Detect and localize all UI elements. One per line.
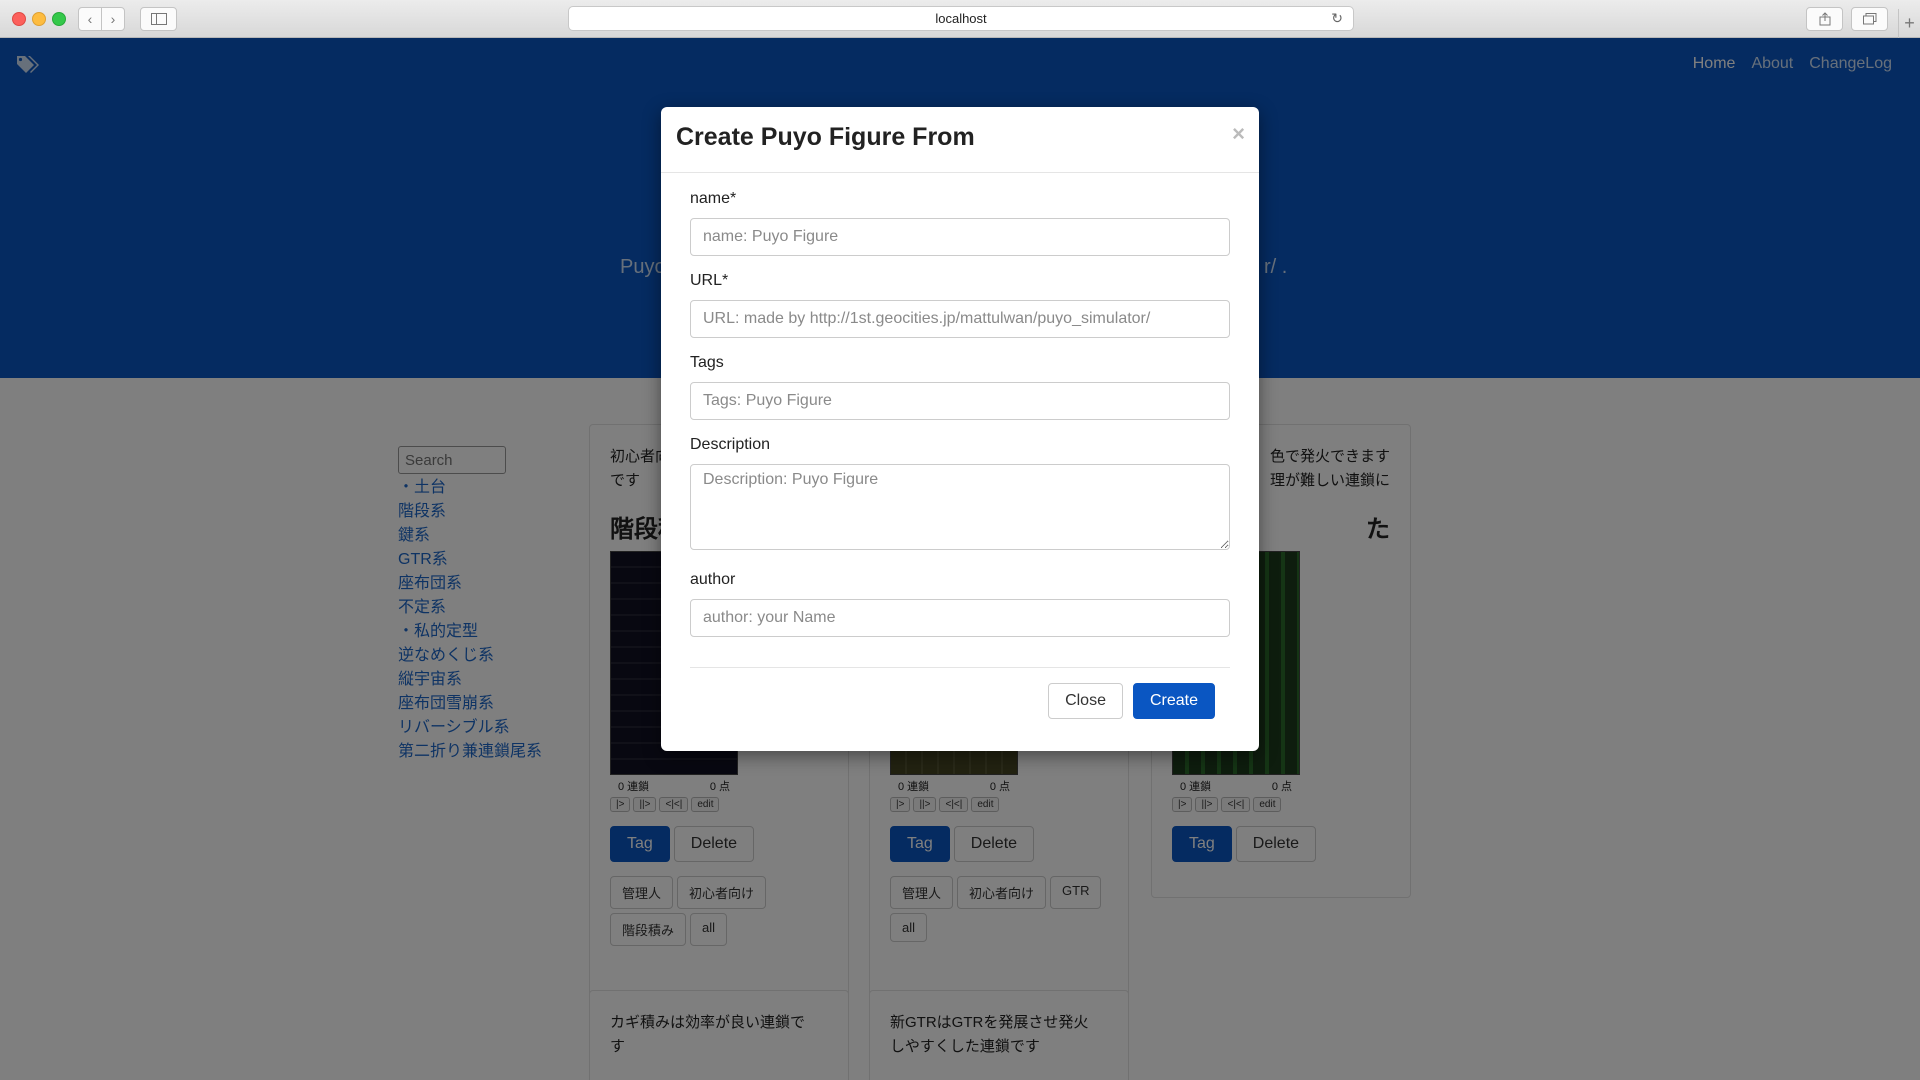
tags-field-group: Tags [690,354,1230,420]
sidebar-toggle-button[interactable] [140,7,177,31]
sidebar-icon [150,13,167,25]
close-icon[interactable]: × [1232,121,1245,147]
modal-footer: Close Create [690,667,1230,719]
name-input[interactable] [690,218,1230,256]
tags-label: Tags [690,354,724,371]
reload-icon[interactable]: ↻ [1331,10,1343,27]
chevron-left-icon: ‹ [87,11,93,27]
name-label: name* [690,190,737,207]
address-text: localhost [935,11,987,26]
description-textarea[interactable] [690,464,1230,550]
url-field-group: URL* [690,272,1230,338]
modal-title: Create Puyo Figure From [676,123,975,151]
description-field-group: Description [690,436,1230,555]
create-figure-modal: Create Puyo Figure From × name* URL* Tag… [661,107,1259,751]
browser-toolbar: ‹ › localhost ↻ + [0,0,1920,38]
tabs-icon [1862,13,1876,25]
window-maximize-button[interactable] [52,12,66,26]
address-bar[interactable]: localhost ↻ [568,6,1354,31]
show-tabs-button[interactable] [1851,7,1888,31]
description-label: Description [690,436,771,453]
new-tab-button[interactable]: + [1898,9,1920,38]
window-close-button[interactable] [12,12,26,26]
page: Home About ChangeLog Puyo r/ . ・土台 階段系 鍵… [0,38,1920,1080]
close-button[interactable]: Close [1048,683,1123,719]
share-icon [1819,12,1830,26]
forward-button[interactable]: › [101,7,125,31]
author-label: author [690,571,736,588]
window-minimize-button[interactable] [32,12,46,26]
modal-body: name* URL* Tags Description author [661,173,1259,637]
url-input[interactable] [690,300,1230,338]
author-input[interactable] [690,599,1230,637]
plus-icon: + [1904,13,1915,33]
author-field-group: author [690,571,1230,637]
name-field-group: name* [690,190,1230,256]
modal-header: Create Puyo Figure From × [661,107,1259,173]
tags-input[interactable] [690,382,1230,420]
back-button[interactable]: ‹ [78,7,102,31]
create-button[interactable]: Create [1132,683,1215,719]
chevron-right-icon: › [110,11,116,27]
url-label: URL* [690,272,729,289]
share-button[interactable] [1806,7,1843,31]
